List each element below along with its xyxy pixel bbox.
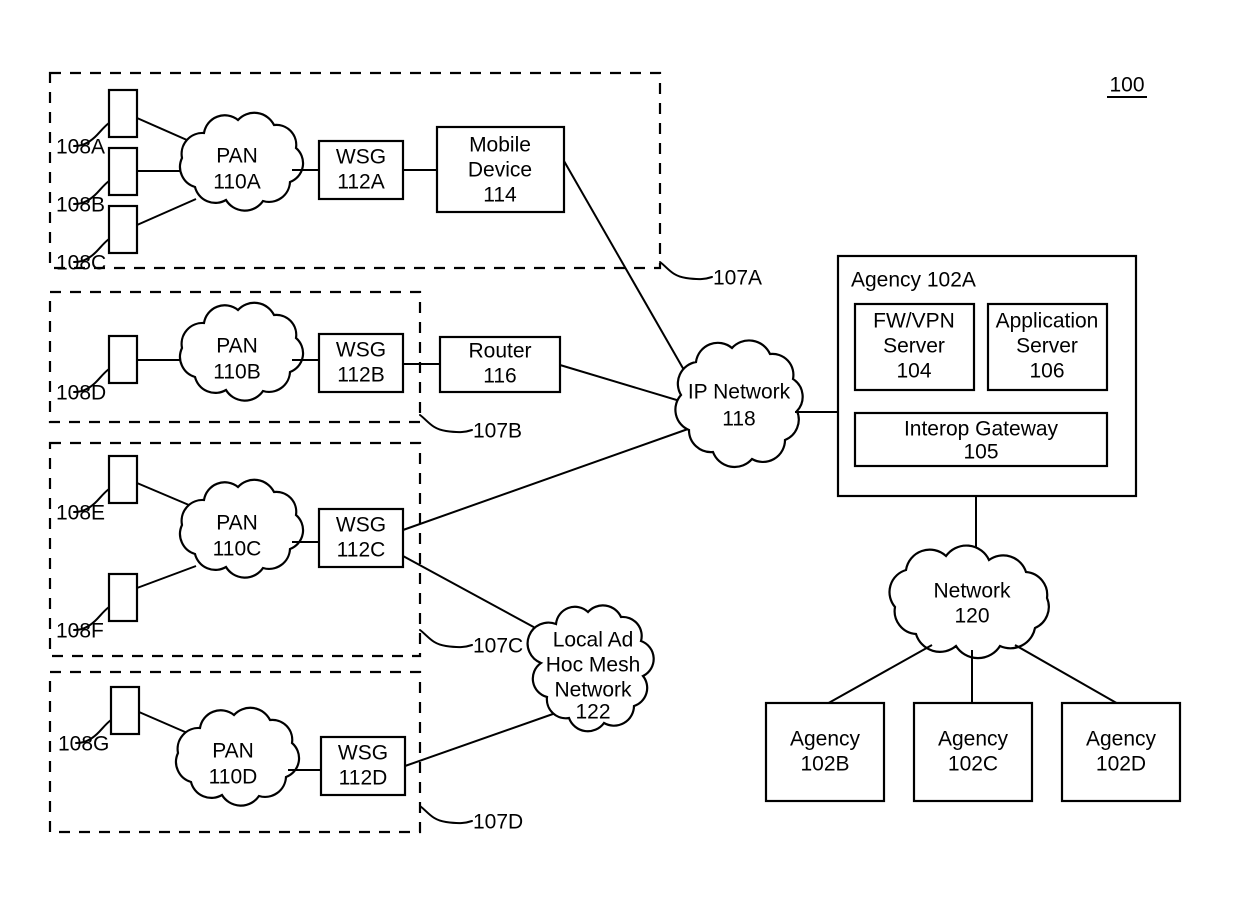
link-108g-to-pan110d (138, 711, 193, 736)
node-agency-102c: Agency 102C (912, 701, 1034, 803)
patent-figure-canvas: 100 107A 108A 108B 108C PAN 110A WSG 112… (0, 0, 1240, 901)
cloud-mesh-network-122: Local Ad Hoc Mesh Network 122 (526, 604, 655, 733)
interop-gateway-line1: Interop Gateway (904, 418, 1059, 441)
device-box-108d (107, 334, 139, 385)
mesh-122-line1: Local Ad (553, 629, 634, 652)
device-box-108c (107, 204, 139, 255)
wsg-112c-line1: WSG (336, 514, 386, 537)
pan-110c-line1: PAN (216, 512, 258, 535)
application-server-line2: Server (1016, 335, 1078, 358)
pan-110c-line2: 110C (213, 538, 262, 561)
node-agency-102b: Agency 102B (764, 701, 886, 803)
ip-network-118-line2: 118 (722, 408, 755, 431)
device-label-108c: 108C (56, 252, 106, 275)
pan-110a-line1: PAN (216, 145, 258, 168)
network-120-line2: 120 (954, 605, 989, 628)
node-router-116: Router 116 (438, 335, 562, 394)
agency-102c-line2: 102C (948, 753, 998, 776)
link-router116-to-ipnetwork118 (559, 364, 691, 405)
agency-102a-title: Agency 102A (851, 269, 976, 292)
leader-line-107b (419, 414, 473, 434)
device-box-108e (107, 454, 139, 505)
link-wsg112c-to-mesh122 (402, 555, 553, 638)
pan-110a-line2: 110A (213, 171, 261, 194)
wsg-112a-line2: 112A (337, 171, 385, 194)
cloud-pan-110d: PAN 110D (174, 706, 301, 807)
group-label-107b: 107B (473, 420, 522, 443)
wsg-112b-line2: 112B (337, 364, 385, 387)
mobile-device-line1: Mobile (469, 134, 531, 157)
agency-102d-line2: 102D (1096, 753, 1146, 776)
node-agency-102a: Agency 102A FW/VPN Server 104 Applicatio… (836, 254, 1138, 498)
mobile-device-line3: 114 (483, 184, 517, 207)
mobile-device-line2: Device (468, 159, 532, 182)
wsg-112a-line1: WSG (336, 146, 386, 169)
agency-102b-line2: 102B (800, 753, 849, 776)
router-116-line1: Router (468, 340, 531, 363)
mesh-122-line4: 122 (575, 701, 610, 724)
device-box-108b (107, 146, 139, 197)
fw-vpn-server-line3: 104 (896, 360, 931, 383)
application-server-line3: 106 (1029, 360, 1064, 383)
device-label-108g: 108G (58, 733, 109, 756)
group-label-107a: 107A (713, 267, 762, 290)
wsg-112c-line2: 112C (337, 539, 386, 562)
network-architecture-diagram: 100 107A 108A 108B 108C PAN 110A WSG 112… (48, 71, 1182, 834)
group-label-107d: 107D (473, 811, 523, 834)
router-116-line2: 116 (483, 365, 516, 388)
node-wsg-112a: WSG 112A (317, 139, 405, 201)
device-box-108f (107, 572, 139, 623)
node-wsg-112d: WSG 112D (319, 735, 407, 797)
link-wsg112d-to-mesh122 (404, 707, 571, 767)
node-wsg-112b: WSG 112B (317, 332, 405, 394)
mesh-122-line2: Hoc Mesh (546, 654, 641, 677)
device-label-108e: 108E (56, 502, 105, 525)
link-108c-to-pan110a (136, 198, 197, 226)
leader-line-107c (419, 629, 473, 649)
pan-110b-line1: PAN (216, 335, 258, 358)
figure-number-label: 100 (1109, 74, 1144, 97)
cloud-pan-110b: PAN 110B (178, 301, 305, 402)
link-108f-to-pan110c (136, 565, 197, 589)
agency-102d-line1: Agency (1086, 728, 1157, 751)
link-network120-to-agency102d (1014, 644, 1121, 706)
cloud-ip-network-118: IP Network 118 (674, 339, 804, 469)
device-box-108a (107, 88, 139, 139)
wsg-112b-line1: WSG (336, 339, 386, 362)
cloud-network-120: Network 120 (888, 544, 1050, 660)
pan-110b-line2: 110B (213, 361, 261, 384)
link-network120-to-agency102b (824, 644, 933, 706)
application-server-line1: Application (996, 310, 1099, 333)
group-label-107c: 107C (473, 635, 523, 658)
fw-vpn-server-line1: FW/VPN (873, 310, 955, 333)
node-agency-102d: Agency 102D (1060, 701, 1182, 803)
node-wsg-112c: WSG 112C (317, 507, 405, 569)
ip-network-118-line1: IP Network (688, 381, 791, 404)
leader-line-107a (659, 261, 713, 281)
cloud-pan-110a: PAN 110A (178, 111, 305, 212)
device-label-108f: 108F (56, 620, 104, 643)
device-box-108g (109, 685, 141, 736)
pan-110d-line1: PAN (212, 740, 254, 763)
cloud-pan-110c: PAN 110C (178, 478, 305, 579)
node-mobile-device-114: Mobile Device 114 (435, 125, 566, 214)
pan-110d-line2: 110D (209, 766, 258, 789)
interop-gateway-line2: 105 (963, 441, 998, 464)
wsg-112d-line1: WSG (338, 742, 388, 765)
wsg-112d-line2: 112D (339, 767, 388, 790)
device-label-108a: 108A (56, 136, 105, 159)
agency-102c-line1: Agency (938, 728, 1009, 751)
network-120-line1: Network (933, 580, 1011, 603)
fw-vpn-server-line2: Server (883, 335, 945, 358)
device-label-108d: 108D (56, 382, 106, 405)
figure-number-group: 100 (1107, 74, 1147, 98)
link-wsg112c-to-ipnetwork118 (402, 428, 689, 531)
leader-line-107d (419, 805, 473, 825)
agency-102b-line1: Agency (790, 728, 861, 751)
mesh-122-line3: Network (554, 679, 632, 702)
link-108e-to-pan110c (136, 482, 197, 509)
device-label-108b: 108B (56, 194, 105, 217)
